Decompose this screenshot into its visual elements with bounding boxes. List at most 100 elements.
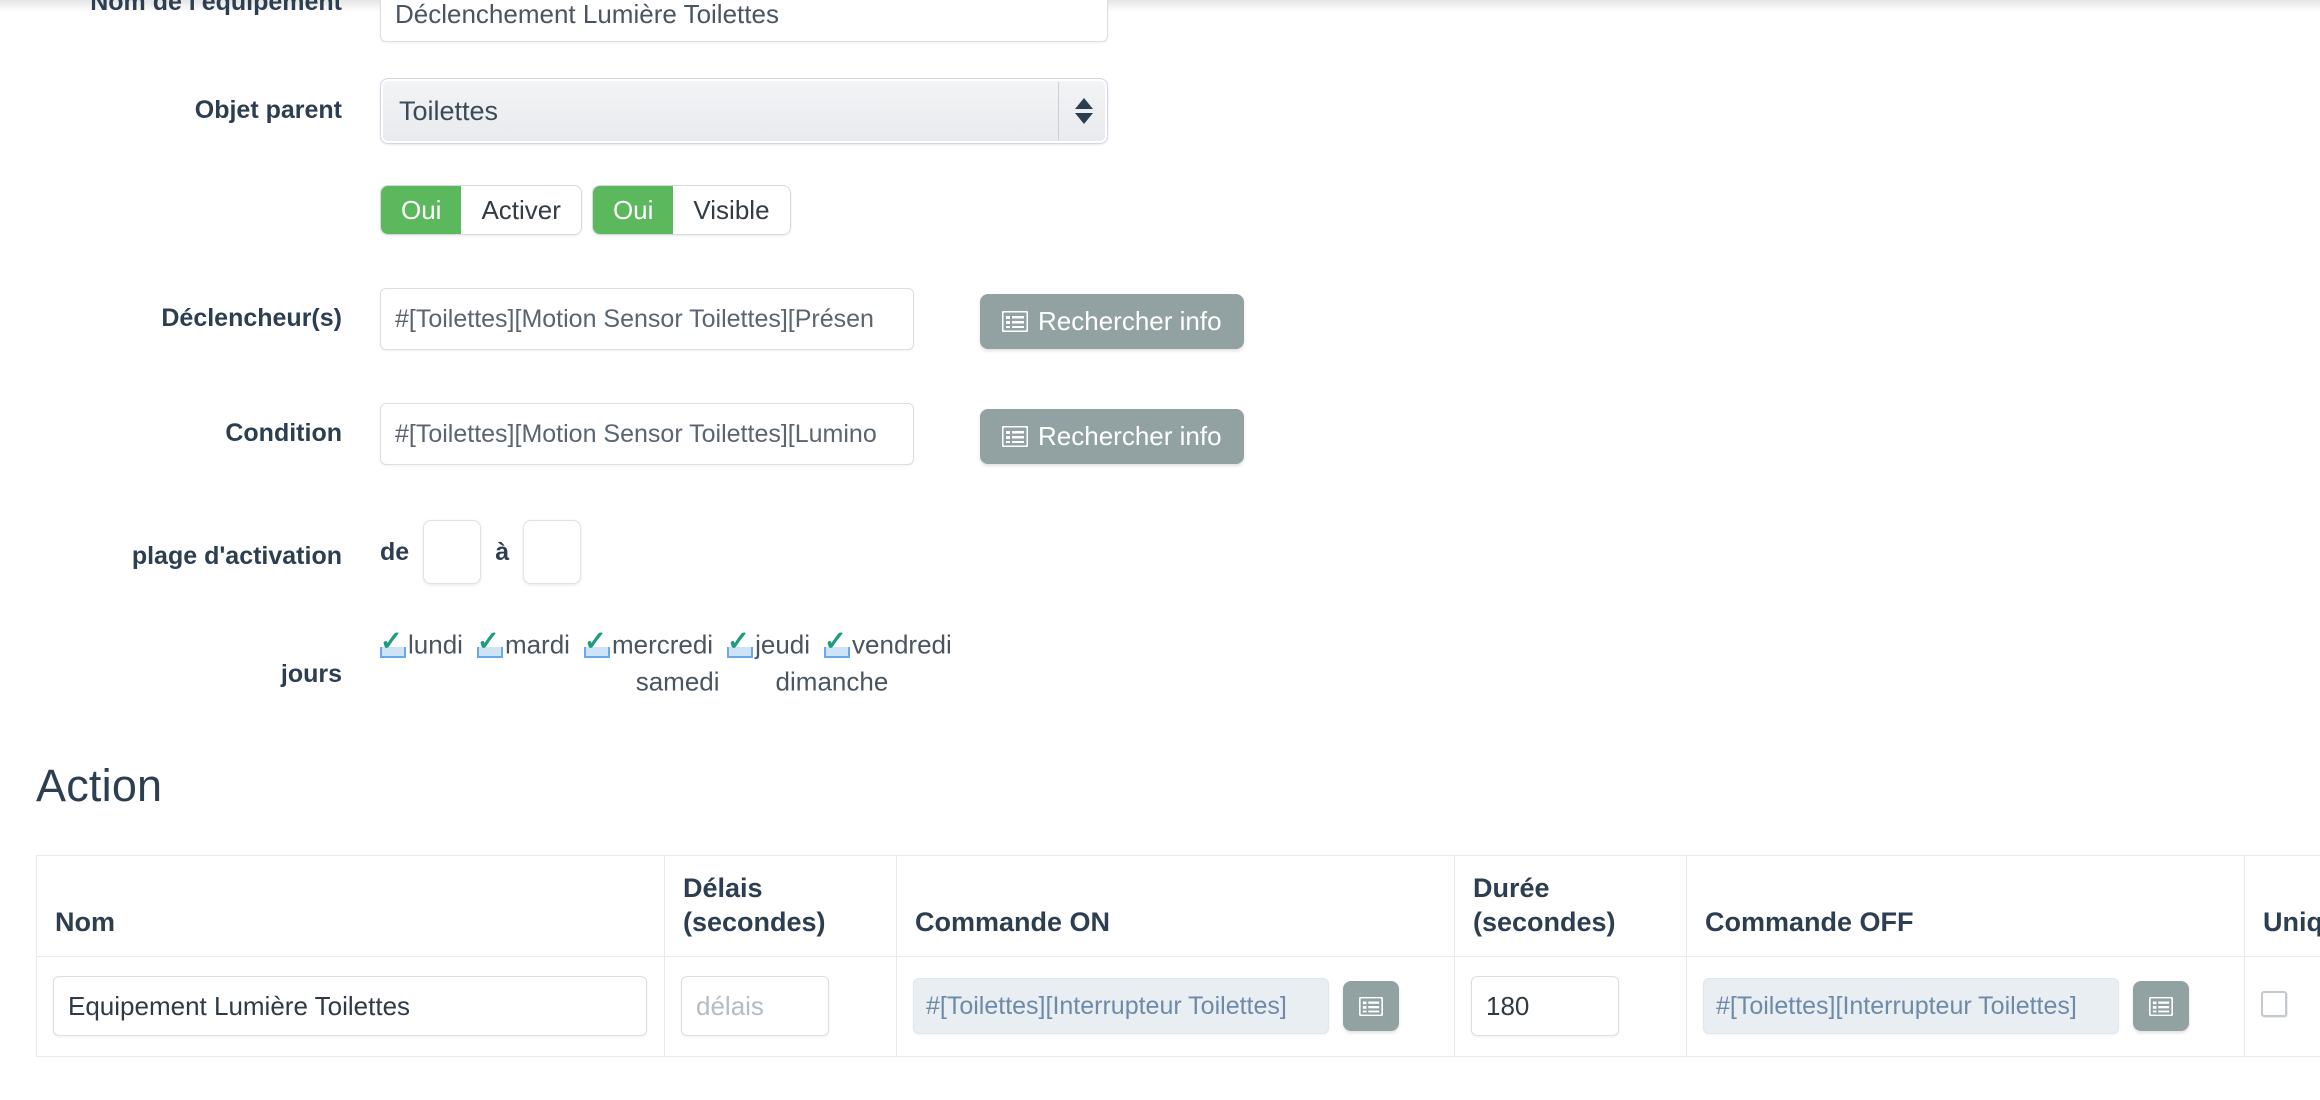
toggle-activer[interactable]: Oui Activer — [380, 185, 582, 235]
cell-commande-on — [896, 955, 1455, 1057]
day-mercredi-label: mercredi — [611, 629, 714, 660]
day-dimanche[interactable]: dimanche — [776, 665, 889, 698]
control-condition — [380, 403, 914, 465]
col-header-commande-off: Commande OFF — [1686, 855, 2245, 957]
row-activation-range: plage d'activation de à — [0, 520, 582, 584]
day-samedi[interactable]: samedi — [636, 665, 720, 698]
day-lundi[interactable]: ✓ lundi — [380, 628, 463, 661]
condition-input[interactable] — [380, 403, 914, 465]
days-line-2: samedi dimanche — [380, 665, 1140, 698]
list-icon — [1001, 310, 1029, 333]
row-equipment-name: Nom de l'équipement — [0, 0, 1108, 42]
checkbox-mardi[interactable]: ✓ — [476, 628, 503, 659]
col-header-commande-on: Commande ON — [896, 855, 1455, 957]
control-activation-range: de à — [380, 520, 582, 584]
label-equipment-name: Nom de l'équipement — [90, 0, 342, 16]
col-header-delais-line1: Délais — [683, 873, 763, 903]
day-mardi-label: mardi — [504, 629, 570, 660]
automation-config-page: Nom de l'équipement Objet parent Toilett… — [0, 0, 2320, 1100]
control-toggles: Oui Activer Oui Visible — [380, 185, 791, 235]
col-header-duree: Durée (secondes) — [1454, 855, 1687, 957]
checkbox-jeudi[interactable]: ✓ — [727, 628, 754, 659]
trigger-input[interactable] — [380, 288, 914, 350]
row-parent-object: Objet parent Toilettes — [0, 78, 1108, 144]
toggle-visible[interactable]: Oui Visible — [591, 185, 791, 235]
checkbox-lundi[interactable]: ✓ — [380, 628, 406, 659]
row-toggles: Oui Activer Oui Visible — [0, 185, 791, 235]
row-days: jours ✓ lundi ✓ mardi ✓ mercredi ✓ jeudi ✓ ve… — [0, 628, 1140, 697]
col-header-nom: Nom — [36, 855, 665, 957]
cell-commande-off — [1686, 955, 2245, 1057]
control-trigger-search: Rechercher info — [980, 288, 1244, 349]
label-activation-range: plage d'activation — [131, 542, 342, 570]
select-divider — [1058, 82, 1059, 140]
parent-object-selected-value: Toilettes — [399, 95, 499, 126]
cell-nom — [36, 955, 665, 1057]
label-trigger: Déclencheur(s) — [161, 304, 342, 332]
action-table: Nom Délais (secondes) Commande ON Durée … — [36, 855, 2320, 1057]
list-icon — [1358, 996, 1384, 1016]
day-vendredi[interactable]: ✓ vendredi — [824, 628, 952, 661]
col-header-duree-line1: Durée — [1473, 873, 1550, 903]
trigger-search-info-label: Rechercher info — [1038, 306, 1222, 336]
day-vendredi-label: vendredi — [852, 629, 952, 660]
range-from-input[interactable] — [423, 520, 482, 584]
toggle-activer-state[interactable]: Oui — [381, 186, 462, 234]
col-header-unique: Unique — [2244, 855, 2320, 957]
range-to-word: à — [495, 537, 510, 566]
label-parent-object: Objet parent — [194, 96, 342, 124]
toggle-activer-label[interactable]: Activer — [461, 186, 581, 234]
chevron-updown-icon[interactable] — [1075, 98, 1093, 124]
control-equipment-name — [380, 0, 1108, 42]
checkbox-vendredi[interactable]: ✓ — [824, 628, 851, 659]
label-condition: Condition — [225, 419, 342, 447]
day-jeudi[interactable]: ✓ jeudi — [727, 628, 810, 661]
action-table-body — [36, 955, 2320, 1057]
action-table-head: Nom Délais (secondes) Commande ON Durée … — [36, 855, 2320, 957]
label-days: jours — [280, 660, 342, 688]
action-delais-input[interactable] — [681, 976, 829, 1036]
range-to-input[interactable] — [523, 520, 582, 584]
control-trigger — [380, 288, 914, 350]
day-jeudi-label: jeudi — [755, 629, 811, 660]
row-trigger: Déclencheur(s) Rechercher info — [0, 288, 1244, 350]
days-line-1: ✓ lundi ✓ mardi ✓ mercredi ✓ jeudi ✓ vendredi — [380, 628, 1140, 661]
range-from-word: de — [380, 537, 410, 566]
col-header-duree-line2: (secondes) — [1473, 906, 1616, 937]
parent-object-select[interactable]: Toilettes — [380, 78, 1108, 144]
action-unique-checkbox[interactable] — [2261, 990, 2287, 1017]
action-nom-input[interactable] — [53, 976, 647, 1036]
trigger-search-info-button[interactable]: Rechercher info — [980, 294, 1244, 349]
cell-unique — [2244, 955, 2320, 1057]
day-dimanche-label: dimanche — [775, 666, 889, 697]
col-header-delais-line2: (secondes) — [683, 906, 826, 937]
control-parent-object: Toilettes — [380, 78, 1108, 144]
cell-duree — [1454, 955, 1687, 1057]
list-icon — [1001, 425, 1029, 448]
table-header-row: Nom Délais (secondes) Commande ON Durée … — [36, 855, 2320, 957]
action-commande-on-input[interactable] — [913, 978, 1329, 1034]
toggle-visible-label[interactable]: Visible — [673, 186, 790, 234]
day-mercredi[interactable]: ✓ mercredi — [583, 628, 714, 661]
col-header-delais: Délais (secondes) — [664, 855, 897, 957]
day-mardi[interactable]: ✓ mardi — [476, 628, 570, 661]
equipment-name-input[interactable] — [380, 0, 1108, 42]
action-table-wrapper: Nom Délais (secondes) Commande ON Durée … — [36, 855, 2320, 1057]
action-commande-off-input[interactable] — [1703, 978, 2119, 1034]
action-duree-input[interactable] — [1471, 976, 1619, 1036]
list-icon — [2148, 996, 2174, 1016]
control-condition-search: Rechercher info — [980, 403, 1244, 464]
checkbox-mercredi[interactable]: ✓ — [583, 628, 610, 659]
day-lundi-label: lundi — [408, 629, 463, 660]
cell-delais — [664, 955, 897, 1057]
control-days: ✓ lundi ✓ mardi ✓ mercredi ✓ jeudi ✓ vendredi… — [380, 628, 1140, 697]
action-commande-off-picker-button[interactable] — [2133, 981, 2189, 1031]
condition-search-info-button[interactable]: Rechercher info — [980, 409, 1244, 464]
toggle-visible-state[interactable]: Oui — [592, 186, 674, 234]
action-commande-on-picker-button[interactable] — [1343, 981, 1399, 1031]
action-section-heading: Action — [36, 760, 163, 811]
condition-search-info-label: Rechercher info — [1038, 421, 1222, 451]
row-condition: Condition Rechercher info — [0, 403, 1244, 465]
table-row — [36, 955, 2320, 1057]
day-samedi-label: samedi — [635, 666, 720, 697]
